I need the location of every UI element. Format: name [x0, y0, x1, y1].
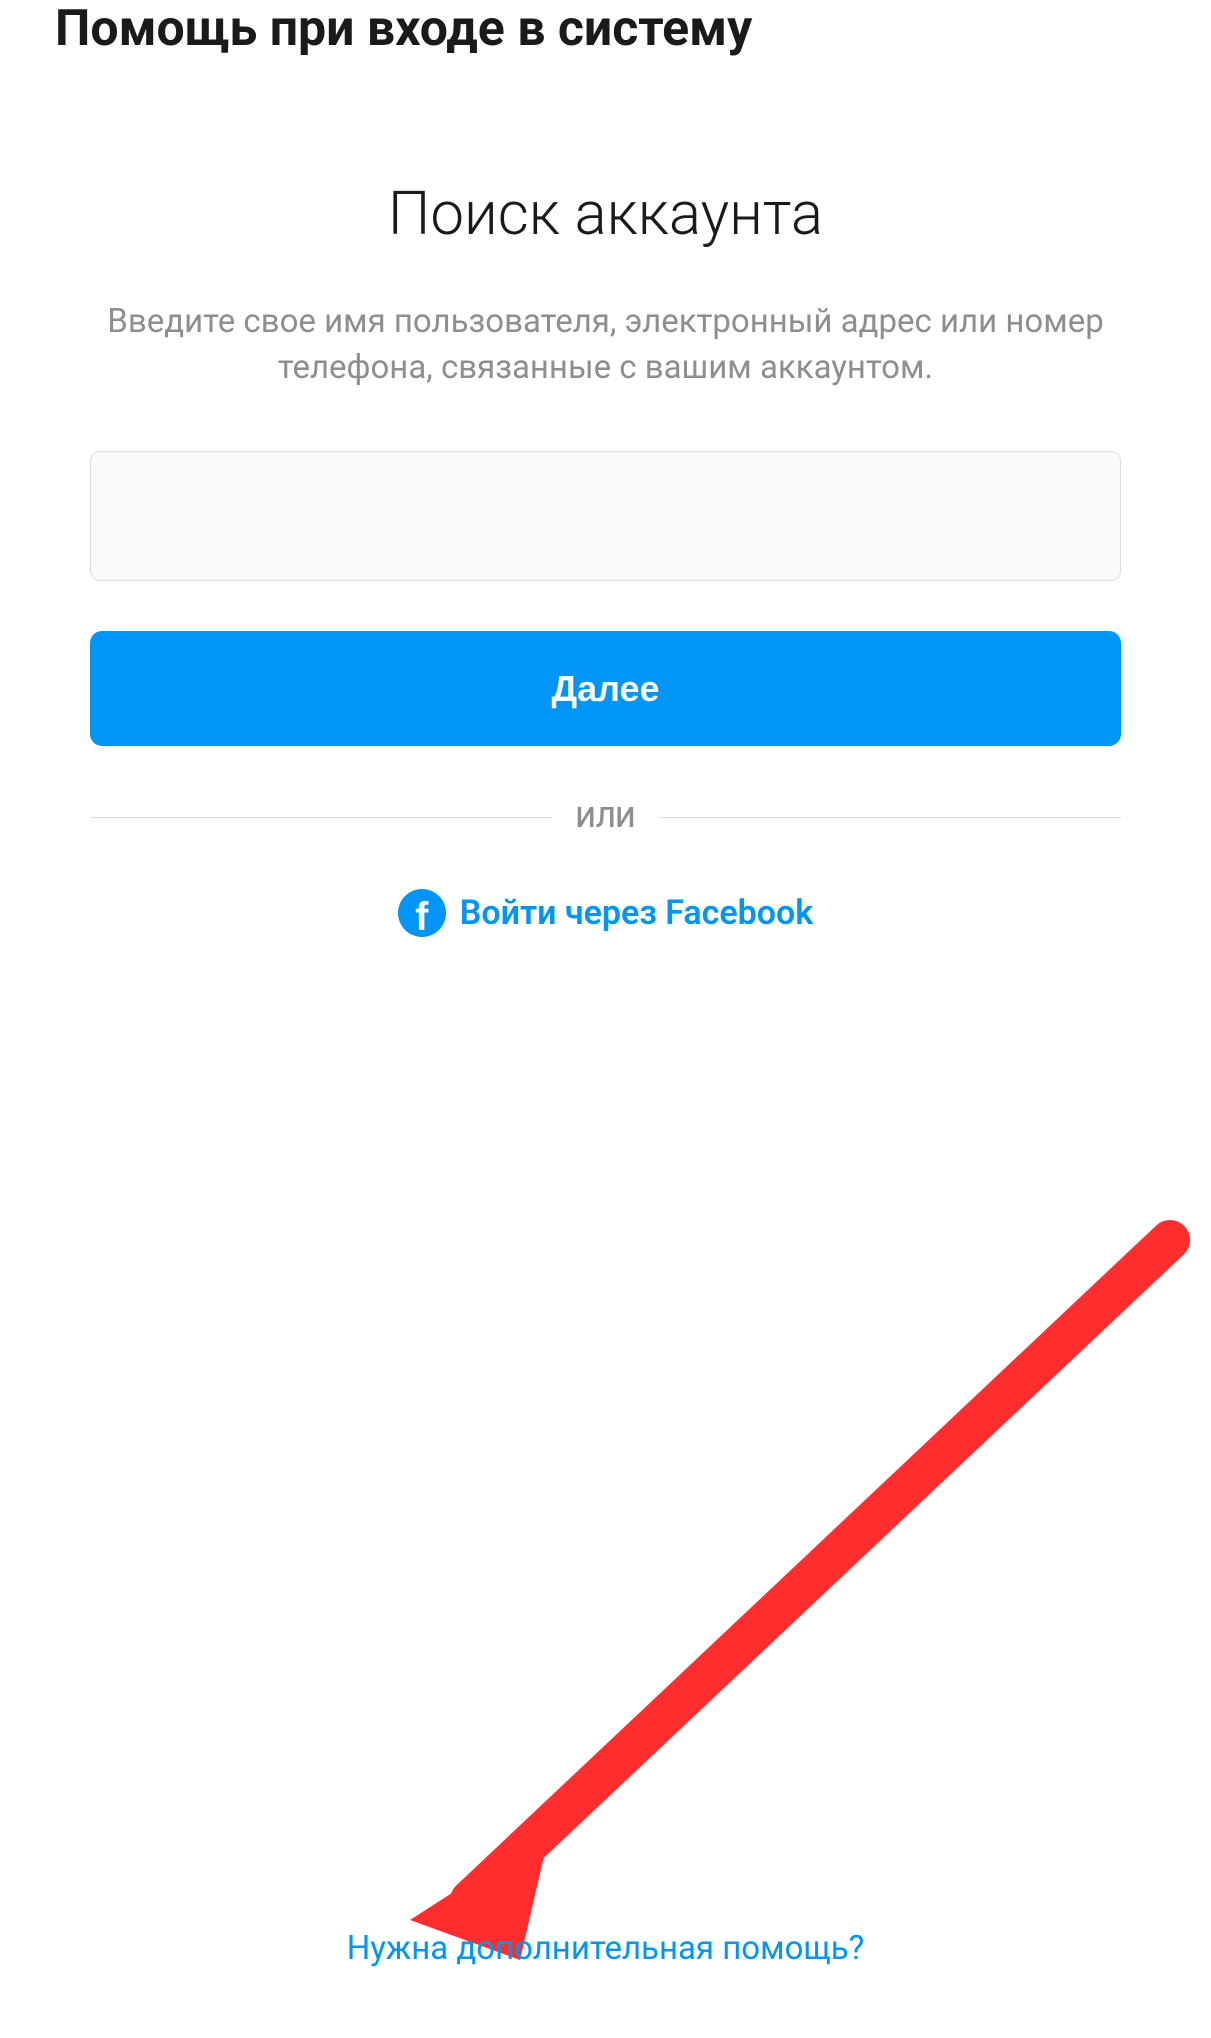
- facebook-login-label: Войти через Facebook: [460, 893, 813, 933]
- account-search-input[interactable]: [90, 451, 1121, 581]
- main-content: Поиск аккаунта Введите свое имя пользова…: [0, 178, 1211, 937]
- divider: ИЛИ: [90, 801, 1121, 834]
- need-more-help-link[interactable]: Нужна дополнительная помощь?: [0, 1929, 1211, 1968]
- next-button[interactable]: Далее: [90, 631, 1121, 746]
- facebook-icon: [398, 889, 446, 937]
- facebook-login-button[interactable]: Войти через Facebook: [90, 889, 1121, 937]
- page-header-title: Помощь при входе в систему: [0, 0, 1211, 58]
- divider-line-left: [90, 817, 552, 818]
- divider-text: ИЛИ: [552, 801, 660, 834]
- instruction-text: Введите свое имя пользователя, электронн…: [90, 299, 1121, 391]
- annotation-arrow-icon: [370, 1220, 1190, 1990]
- page-title: Поиск аккаунта: [90, 178, 1121, 249]
- divider-line-right: [659, 817, 1121, 818]
